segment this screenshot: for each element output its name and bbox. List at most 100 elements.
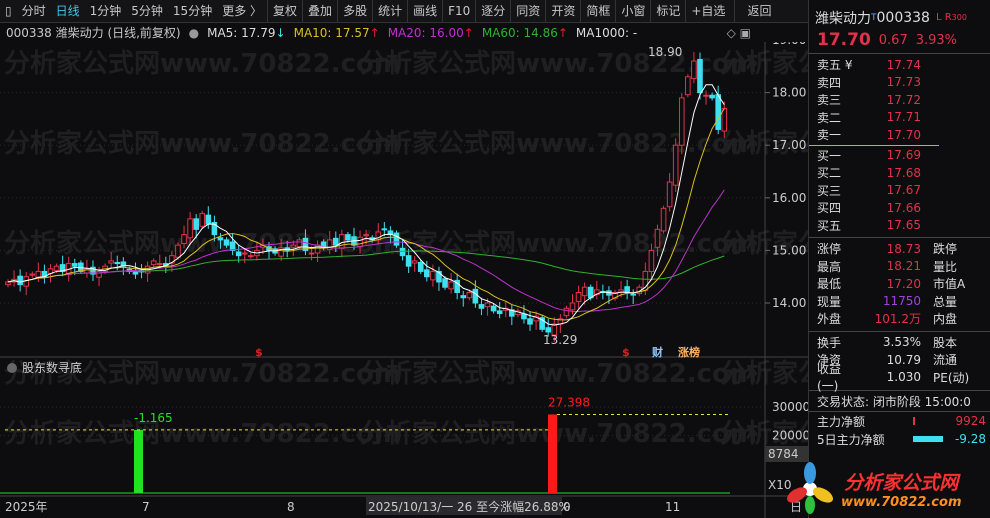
ma60-value: MA60: 14.86: [481, 25, 558, 40]
candle-body: [624, 286, 630, 293]
toolbar-2[interactable]: 1分钟: [85, 0, 127, 23]
candle-body: [666, 181, 673, 208]
event-marker: 财: [651, 345, 663, 359]
toolbar-6[interactable]: 复权: [267, 0, 302, 23]
toolbar-17[interactable]: 标记: [650, 0, 685, 23]
candle-body: [703, 94, 709, 97]
row-label: 外盘: [817, 312, 842, 327]
row-value: 17.69: [886, 148, 921, 163]
high-price-label: 18.90: [648, 45, 682, 59]
row-label-2: 总量: [933, 294, 958, 309]
row-label: 卖一: [817, 128, 842, 143]
kline-chart[interactable]: 分析家公式网www.70822.com分析家公式网www.70822.com分析…: [0, 42, 808, 518]
toolbar-14[interactable]: 开资: [545, 0, 580, 23]
toolbar-8[interactable]: 多股: [337, 0, 372, 23]
candle-body: [241, 252, 248, 255]
toolbar: ▯ 分时 日线 1分钟 5分钟 15分钟 更多 〉复权 叠加 多股 统计 画线 F10 逐分 同资 开资简…: [0, 0, 808, 23]
toolbar-3[interactable]: 5分钟: [126, 0, 168, 23]
sidebar-toggle-icon[interactable]: ▯: [0, 0, 17, 23]
indicator-bar: [548, 414, 557, 493]
toolbar-13[interactable]: 同资: [510, 0, 545, 23]
candle-body: [308, 252, 315, 255]
ma5-value: MA5: 17.79: [207, 25, 276, 40]
y-tick-label: 17.00: [772, 138, 806, 152]
toolbar-18[interactable]: +自选: [685, 0, 730, 23]
toolbar-9[interactable]: 统计: [372, 0, 407, 23]
up-arrow-icon: ↑: [463, 25, 474, 40]
bids-row: 买一 17.69: [809, 147, 990, 165]
asks-row: 卖二 17.71: [809, 109, 990, 127]
row-value: 17.20: [886, 276, 921, 291]
toolbar-5[interactable]: 更多 〉: [217, 0, 267, 23]
watermark-text: 分析家公式网www.70822.com: [360, 358, 757, 389]
candle-body: [132, 270, 139, 275]
toolbar-15[interactable]: 简框: [580, 0, 615, 23]
row-label-2: 量比: [933, 259, 958, 274]
x-tick-label: 0: [563, 500, 571, 514]
row-value: 11750: [882, 294, 921, 309]
candle-body: [357, 236, 363, 248]
row-label: 卖四: [817, 75, 842, 90]
flow-value: -9.28: [954, 432, 986, 446]
row-label: 最低: [817, 277, 842, 292]
candle-body: [223, 239, 230, 246]
settings-icon[interactable]: ●: [189, 26, 199, 40]
toolbar-1[interactable]: 日线: [51, 0, 85, 23]
event-marker: 涨榜: [678, 345, 700, 359]
candle-body: [448, 281, 454, 290]
row-label-2: 跌停: [933, 242, 958, 257]
flow-label: 主力净额: [817, 414, 866, 429]
row-value: 17.73: [886, 75, 921, 90]
toolbar-7[interactable]: 叠加: [302, 0, 337, 23]
toolbar-12[interactable]: 逐分: [475, 0, 510, 23]
candle-body: [545, 327, 552, 333]
toolbar-4[interactable]: 15分钟: [168, 0, 217, 23]
candle-body: [363, 234, 369, 237]
candle-body: [35, 270, 42, 278]
asks-row: 卖三 17.72: [809, 91, 990, 109]
logo-text: 分析家公式网: [844, 472, 959, 494]
panel-toggle-icon[interactable]: ▣: [740, 26, 751, 40]
diamond-icon[interactable]: ◇: [727, 26, 736, 40]
flower-logo-icon: [787, 462, 833, 514]
bids-row: 买四 17.66: [809, 199, 990, 217]
watermark-text: 分析家公式网www.70822.com: [720, 358, 808, 389]
flow-value: 9924: [955, 414, 986, 428]
row-value: 1.030: [886, 370, 921, 385]
candle-body: [199, 213, 206, 227]
candle-body: [156, 263, 163, 266]
candle-body: [339, 234, 345, 249]
candle-body: [569, 302, 576, 311]
candle-body: [691, 60, 697, 79]
toolbar-16[interactable]: 小窗: [615, 0, 650, 23]
toolbar-0[interactable]: 分时: [17, 0, 51, 23]
indicator-y-label: 30000: [772, 400, 808, 414]
row-label: 收益(一): [817, 362, 842, 394]
trade-status: 交易状态: 闭市阶段 15:00:0: [817, 394, 971, 409]
row-label: 最高: [817, 259, 842, 274]
up-arrow-icon: ↑: [369, 25, 380, 40]
row-value: 18.21: [886, 259, 921, 274]
row-label: 现量: [817, 294, 842, 309]
candle-body: [150, 260, 157, 266]
candle-body: [527, 318, 533, 325]
candle-body: [381, 228, 388, 231]
indicator-bar: [134, 429, 143, 493]
toolbar-11[interactable]: F10: [442, 0, 475, 23]
candle-body: [108, 260, 114, 264]
watermark-text: 分析家公式网www.70822.com: [4, 128, 401, 159]
watermark-text: 分析家公式网www.70822.com: [720, 48, 808, 79]
candle-body: [393, 232, 400, 246]
flow-label: 5日主力净额: [817, 432, 885, 447]
watermark-text: 分析家公式网www.70822.com: [360, 418, 757, 449]
bids-row: 买二 17.68: [809, 164, 990, 182]
site-logo: 分析家公式网 www.70822.com: [785, 460, 990, 518]
toolbar-19[interactable]: 返回: [734, 0, 783, 23]
candle-body: [472, 288, 479, 304]
candle-body: [715, 94, 721, 130]
row-value: 17.67: [886, 183, 921, 198]
row-value: 17.70: [886, 127, 921, 142]
y-tick-label: 15.00: [772, 243, 806, 257]
toolbar-10[interactable]: 画线: [407, 0, 442, 23]
cursor-value: 8784: [768, 447, 799, 461]
